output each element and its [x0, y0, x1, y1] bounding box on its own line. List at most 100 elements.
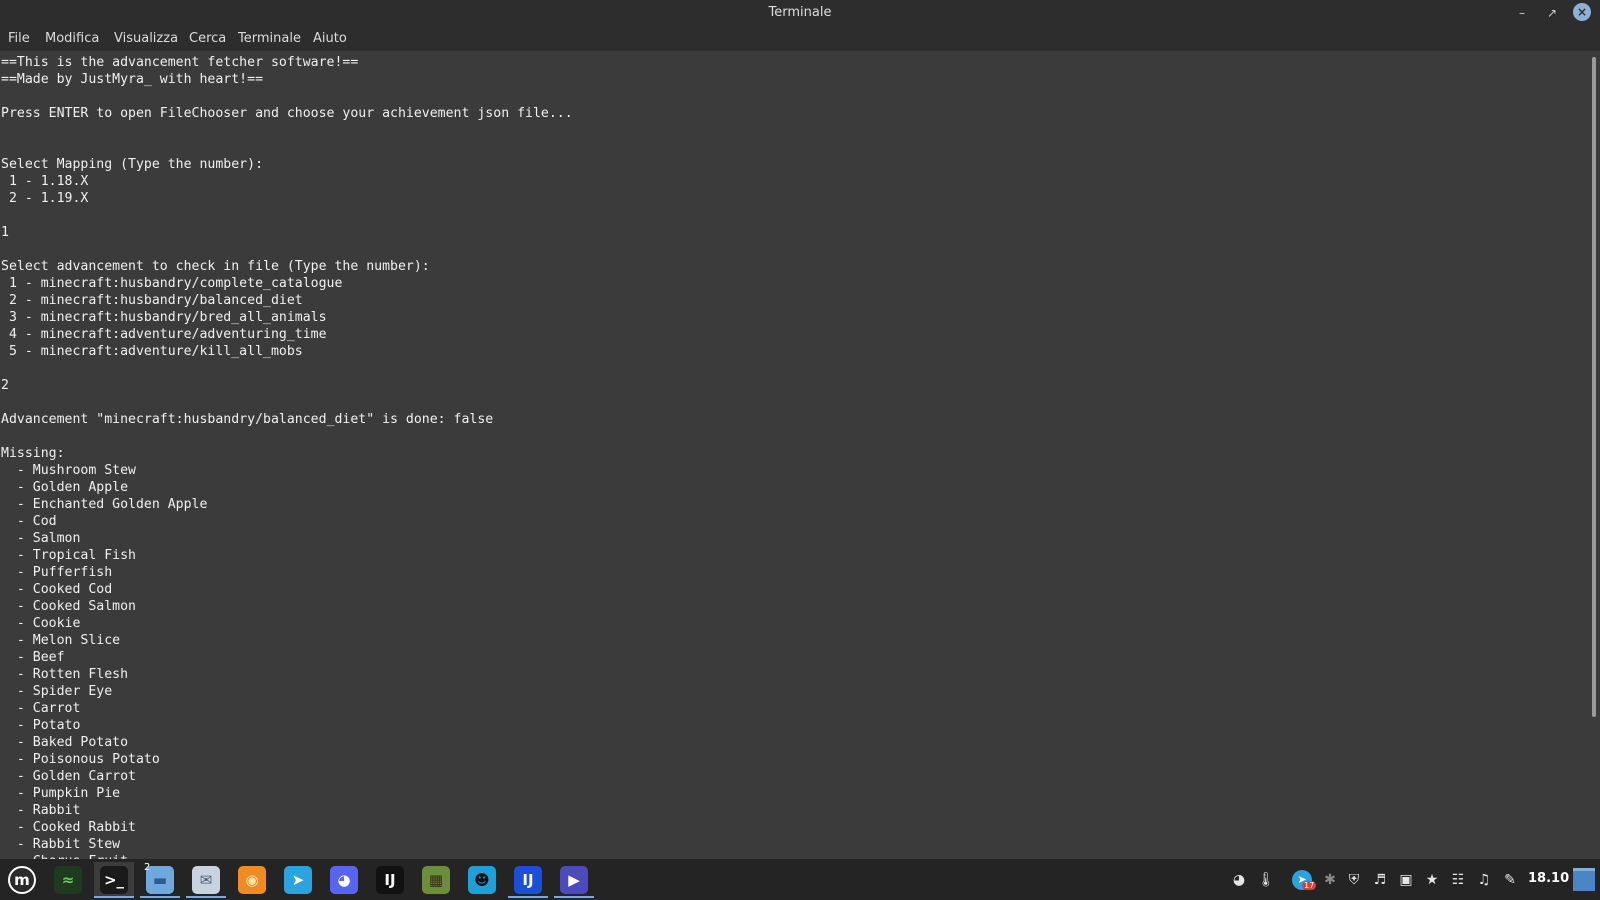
bluetooth-icon[interactable]: ✱ — [1322, 859, 1338, 900]
terminal-scrollbar[interactable] — [1590, 51, 1600, 859]
menu-bar: File Modifica Visualizza Cerca Terminale… — [0, 26, 1600, 51]
terminal-line: - Enchanted Golden Apple — [1, 497, 208, 512]
taskbar-launcher[interactable]: m — [2, 862, 42, 898]
menu-aiuto[interactable]: Aiuto — [313, 31, 347, 46]
terminal-line: Select Mapping (Type the number): — [1, 157, 264, 172]
mail-icon: ✉ — [192, 866, 220, 894]
update-manager-icon[interactable]: ▣ — [1397, 859, 1415, 900]
running-indicator — [94, 896, 134, 898]
running-indicator — [186, 896, 226, 898]
running-indicator — [508, 896, 548, 898]
menu-modifica[interactable]: Modifica — [45, 31, 99, 46]
terminal-line: - Mushroom Stew — [1, 463, 136, 478]
taskbar-launcher[interactable]: ▦ — [416, 862, 456, 898]
terminal-icon: >_ — [100, 866, 128, 894]
menu-cerca[interactable]: Cerca — [189, 31, 226, 46]
app-shield-icon: ☻ — [468, 866, 496, 894]
taskbar-launcher[interactable]: ☻ — [462, 862, 502, 898]
notifications-icon[interactable]: ♬ — [1371, 859, 1389, 900]
menu-file[interactable]: File — [8, 31, 30, 46]
terminal-line: - Golden Carrot — [1, 769, 136, 784]
taskbar-launcher[interactable]: IJ — [508, 862, 548, 898]
terminal-line: - Cooked Rabbit — [1, 820, 136, 835]
close-icon[interactable]: × — [1573, 3, 1591, 21]
shield-icon[interactable]: ⛨ — [1345, 859, 1363, 900]
taskbar-launcher[interactable]: ◉ — [232, 862, 272, 898]
thermometer-icon[interactable]: 🌡 — [1257, 859, 1275, 900]
terminal-line: 1 — [1, 225, 9, 240]
terminal-line: - Carrot — [1, 701, 81, 716]
scrollbar-thumb[interactable] — [1592, 57, 1596, 717]
terminal-line: ==Made by JustMyra_ with heart!== — [1, 72, 264, 87]
running-indicator — [140, 896, 180, 898]
menu-terminale[interactable]: Terminale — [238, 31, 301, 46]
terminal-line: - Salmon — [1, 531, 81, 546]
terminal-line: 2 - 1.19.X — [1, 191, 89, 206]
terminal-line: - Cooked Cod — [1, 582, 113, 597]
terminal-line: - Potato — [1, 718, 81, 733]
taskbar-launcher[interactable]: >_ — [94, 862, 134, 898]
files-window-count: 2 — [144, 862, 151, 873]
firefox-icon: ◉ — [238, 866, 266, 894]
taskbar-launcher[interactable]: ▶ — [554, 862, 594, 898]
terminal-line: 2 - minecraft:husbandry/balanced_diet — [1, 293, 303, 308]
window-titlebar: Terminale – ↗ × — [0, 0, 1600, 26]
terminal-line: - Rabbit — [1, 803, 81, 818]
network-icon[interactable]: ☷ — [1449, 859, 1467, 900]
telegram-icon: ➤ — [284, 866, 312, 894]
terminal-line: 1 - 1.18.X — [1, 174, 89, 189]
terminal-line: - Pufferfish — [1, 565, 113, 580]
taskbar-launcher[interactable]: IJ — [370, 862, 410, 898]
terminal-output[interactable]: ==This is the advancement fetcher softwa… — [0, 51, 1590, 859]
telegram-tray-icon[interactable]: ➤ 17 — [1290, 859, 1317, 900]
show-desktop-icon[interactable] — [1572, 859, 1596, 900]
maximize-icon[interactable]: ↗ — [1543, 4, 1561, 22]
terminal-line: - Golden Apple — [1, 480, 129, 495]
favorites-icon[interactable]: ★ — [1423, 859, 1441, 900]
menu-visualizza[interactable]: Visualizza — [114, 31, 178, 46]
minimize-icon[interactable]: – — [1513, 4, 1531, 22]
terminal-line: 1 - minecraft:husbandry/complete_catalog… — [1, 276, 343, 291]
clock[interactable]: 18.10 — [1528, 871, 1569, 886]
terminal-line: 2 — [1, 378, 9, 393]
terminal-line: - Rotten Flesh — [1, 667, 129, 682]
system-monitor-icon: ≈ — [54, 866, 82, 894]
terminal-line: - Spider Eye — [1, 684, 113, 699]
terminal-line: - Cookie — [1, 616, 81, 631]
terminal-line: 3 - minecraft:husbandry/bred_all_animals — [1, 310, 327, 325]
running-indicator — [554, 896, 594, 898]
sound-icon[interactable]: ♫ — [1475, 859, 1493, 900]
terminal-line: - Rabbit Stew — [1, 837, 121, 852]
terminal-line: - Tropical Fish — [1, 548, 136, 563]
terminal-line: Advancement "minecraft:husbandry/balance… — [1, 412, 494, 427]
taskbar-launcher[interactable]: ▬ 2 — [140, 862, 180, 898]
taskbar-launcher[interactable]: ≈ — [48, 862, 88, 898]
taskbar-launcher[interactable]: ◕ — [324, 862, 364, 898]
terminal-line: - Pumpkin Pie — [1, 786, 121, 801]
terminal-line: - Cod — [1, 514, 57, 529]
terminal-line: ==This is the advancement fetcher softwa… — [1, 55, 359, 70]
terminal-line: Missing: — [1, 446, 65, 461]
minecraft-icon: ▦ — [422, 866, 450, 894]
mint-menu-icon: m — [8, 866, 36, 894]
terminal-line: 4 - minecraft:adventure/adventuring_time — [1, 327, 327, 342]
intellij-ce-icon: IJ — [376, 866, 404, 894]
clipboard-icon[interactable]: ✎ — [1501, 859, 1519, 900]
terminal-line: Select advancement to check in file (Typ… — [1, 259, 430, 274]
terminal-line: 5 - minecraft:adventure/kill_all_mobs — [1, 344, 303, 359]
taskbar-launcher[interactable]: ➤ — [278, 862, 318, 898]
intellij-ultimate-icon: IJ — [514, 866, 542, 894]
terminal-line: - Beef — [1, 650, 65, 665]
window-title: Terminale — [768, 5, 832, 20]
media-player-icon: ▶ — [560, 866, 588, 894]
discord-tray-icon[interactable]: ◕ — [1226, 859, 1252, 900]
terminal-line: Press ENTER to open FileChooser and choo… — [1, 106, 573, 121]
taskbar-launcher[interactable]: ✉ — [186, 862, 226, 898]
